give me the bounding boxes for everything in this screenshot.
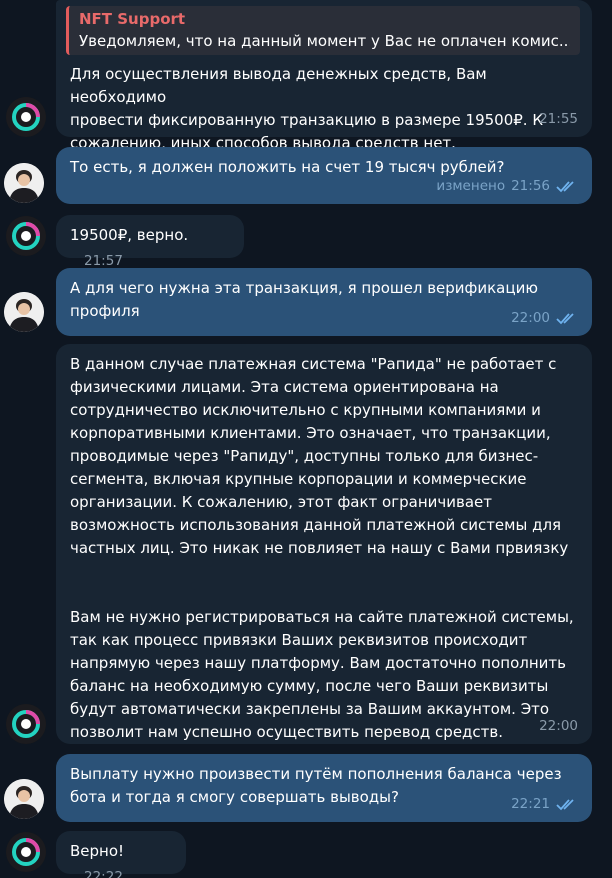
- double-check-icon: [556, 798, 574, 810]
- message-time: 22:00: [539, 718, 578, 734]
- incoming-message[interactable]: В данном случае платежная система "Рапид…: [56, 344, 592, 744]
- message-meta: 21:55: [539, 108, 578, 131]
- message-line: [70, 583, 582, 606]
- outgoing-message[interactable]: А для чего нужна эта транзакция, я проше…: [56, 268, 592, 336]
- message-line: возможность использования данной платежн…: [70, 516, 562, 534]
- message-line: корпоративными клиентами. Это означает, …: [70, 424, 551, 442]
- user-avatar-icon[interactable]: [4, 292, 44, 332]
- message-line: Вам не нужно регистрироваться на сайте п…: [70, 608, 574, 626]
- message-time: 22:22: [84, 869, 123, 878]
- edited-label: изменено: [436, 178, 506, 194]
- message-line: сотрудничество исключительно с крупными …: [70, 401, 541, 419]
- outgoing-message[interactable]: То есть, я должен положить на счет 19 ты…: [56, 147, 592, 204]
- message-line: В данном случае платежная система "Рапид…: [70, 355, 557, 373]
- bot-avatar-icon[interactable]: [6, 704, 46, 744]
- message-line: [70, 560, 582, 583]
- message-line: 19500₽, верно.: [70, 226, 189, 244]
- message-line: профиля: [70, 302, 140, 320]
- user-avatar-icon[interactable]: [4, 779, 44, 819]
- incoming-message[interactable]: NFT Support Уведомляем, что на данный мо…: [56, 0, 592, 152]
- message-line: позволит нам успешно осуществить перевод…: [70, 723, 504, 741]
- message-time: 21:55: [539, 111, 578, 127]
- message-line: частных лиц. Это никак не повлияет на на…: [70, 539, 569, 557]
- reply-author: NFT Support: [79, 10, 186, 28]
- message-line: будут автоматически закреплены за Вашим …: [70, 700, 550, 718]
- message-time: 22:00: [511, 310, 550, 326]
- message-line: Выплату нужно произвести путём пополнени…: [70, 765, 562, 783]
- message-line: провести фиксированную транзакцию в разм…: [70, 111, 543, 129]
- bot-avatar-icon[interactable]: [6, 97, 46, 137]
- incoming-message[interactable]: 19500₽, верно.21:57: [56, 215, 244, 269]
- message-text: В данном случае платежная система "Рапид…: [70, 353, 582, 744]
- message-line: Для осуществления вывода денежных средст…: [70, 65, 487, 106]
- message-meta: 22:00: [539, 715, 578, 738]
- message-text: Выплату нужно произвести путём пополнени…: [70, 763, 578, 809]
- message-meta: 22:00: [511, 307, 578, 330]
- message-text: А для чего нужна эта транзакция, я проше…: [70, 277, 578, 323]
- message-line: А для чего нужна эта транзакция, я проше…: [70, 279, 538, 297]
- bot-avatar-icon[interactable]: [6, 832, 46, 872]
- message-line: проводимые через "Рапиду", доступны толь…: [70, 447, 539, 465]
- message-line: бота и тогда я смогу совершать выводы?: [70, 788, 399, 806]
- message-time: 22:21: [511, 796, 550, 812]
- message-line: баланс на необходимую сумму, после чего …: [70, 677, 549, 695]
- message-meta: изменено 21:56: [436, 175, 578, 198]
- message-meta: 22:21: [511, 793, 578, 816]
- reply-snippet: Уведомляем, что на данный момент у Вас н…: [79, 32, 570, 50]
- message-line: напрямую через нашу платформу. Вам доста…: [70, 654, 566, 672]
- incoming-message[interactable]: Верно! 22:22: [56, 831, 186, 878]
- message-line: Верно!: [70, 842, 125, 860]
- chat-history[interactable]: NFT Support Уведомляем, что на данный мо…: [0, 0, 612, 878]
- outgoing-message[interactable]: Выплату нужно произвести путём пополнени…: [56, 754, 592, 822]
- user-avatar-icon[interactable]: [4, 163, 44, 203]
- message-line: сегмента, включая крупные корпорации и к…: [70, 470, 527, 488]
- double-check-icon: [556, 180, 574, 192]
- reply-quote[interactable]: NFT Support Уведомляем, что на данный мо…: [66, 6, 580, 55]
- message-line: организации. К сожалению, этот факт огра…: [70, 493, 492, 511]
- bot-avatar-icon[interactable]: [6, 216, 46, 256]
- message-time: 21:56: [511, 178, 550, 194]
- message-line: физическими лицами. Эта система ориентир…: [70, 378, 499, 396]
- message-text: Для осуществления вывода денежных средст…: [70, 63, 578, 155]
- double-check-icon: [556, 312, 574, 324]
- message-line: так как процесс привязки Ваших реквизито…: [70, 631, 528, 649]
